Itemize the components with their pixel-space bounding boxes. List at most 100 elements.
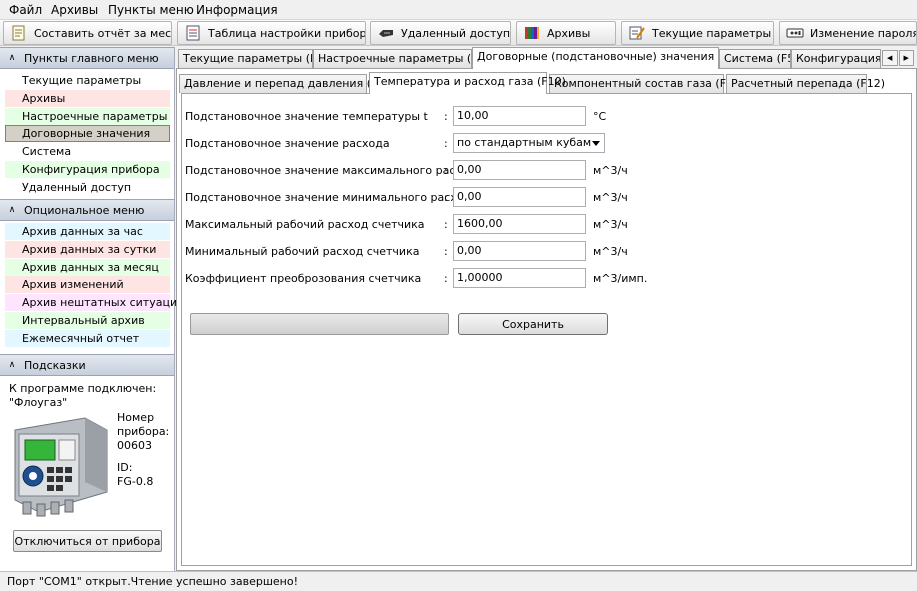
tab-temperature-flow[interactable]: Температура и расход газа (F10) bbox=[369, 72, 566, 94]
progress-bar bbox=[190, 313, 449, 335]
sidebar-item-system[interactable]: Система bbox=[5, 143, 170, 160]
tab-current-params[interactable]: Текущие параметры (F2) bbox=[178, 49, 313, 68]
field-label: Максимальный рабочий расход счетчика bbox=[185, 218, 425, 231]
monthly-report-label: Составить отчёт за месяц bbox=[34, 26, 172, 40]
tab-calculated-drop[interactable]: Расчетный перепада (F12) bbox=[726, 74, 885, 93]
flow-mode-select[interactable]: по стандартным кубам bbox=[453, 133, 605, 153]
field-label: Минимальный рабочий расход счетчика bbox=[185, 245, 420, 258]
scroll-left-icon[interactable]: ◀ bbox=[882, 50, 898, 66]
main-area: Текущие параметры (F2) Настроечные парам… bbox=[176, 47, 917, 571]
field-label: Подстановочное значение температуры t bbox=[185, 110, 428, 123]
tab-scroll: ◀ ▶ bbox=[882, 50, 915, 66]
field-unit: м^3/ч bbox=[593, 245, 628, 258]
tab-system[interactable]: Система (F5) bbox=[719, 49, 791, 68]
max-flow-input[interactable]: 0,00 bbox=[453, 160, 586, 180]
device-id: FG-0.8 bbox=[117, 475, 154, 488]
menu-bar: Файл Архивы Пункты меню Информация bbox=[0, 0, 917, 20]
password-icon bbox=[786, 28, 804, 38]
field-colon: : bbox=[444, 164, 448, 177]
sidebar: ∧ Пункты главного меню Текущие параметры… bbox=[0, 47, 184, 571]
hints-header[interactable]: ∧ Подсказки bbox=[0, 354, 174, 376]
device-info: Номер прибора: 00603 ID: FG-0.8 bbox=[117, 411, 173, 489]
sidebar-item-device-config[interactable]: Конфигурация прибора bbox=[5, 161, 170, 178]
status-bar: Порт "COM1" открыт.Чтение успешно заверш… bbox=[0, 571, 917, 591]
sidebar-item-emergency-archive[interactable]: Архив нештатных ситуаций bbox=[5, 294, 184, 311]
modem-icon bbox=[379, 30, 393, 37]
save-button[interactable]: Сохранить bbox=[458, 313, 608, 335]
temperature-input[interactable]: 10,00 bbox=[453, 106, 586, 126]
conversion-factor-input[interactable]: 1,00000 bbox=[453, 268, 586, 288]
field-colon: : bbox=[444, 191, 448, 204]
main-menu-header[interactable]: ∧ Пункты главного меню bbox=[0, 47, 174, 69]
collapse-icon: ∧ bbox=[8, 205, 16, 215]
monthly-report-button[interactable]: Составить отчёт за месяц bbox=[3, 21, 172, 45]
sidebar-item-interval-archive[interactable]: Интервальный архив bbox=[5, 312, 170, 329]
sidebar-item-hourly-archive[interactable]: Архив данных за час bbox=[5, 223, 170, 240]
field-label: Подстановочное значение максимального ра… bbox=[185, 164, 483, 177]
sidebar-item-contract-values[interactable]: Договорные значения bbox=[5, 125, 170, 142]
device-settings-table-button[interactable]: Таблица настройки прибора bbox=[177, 21, 366, 45]
optional-menu-title: Опциональное меню bbox=[24, 203, 145, 217]
current-params-button[interactable]: Текущие параметры bbox=[621, 21, 774, 45]
report-icon bbox=[12, 25, 25, 41]
chevron-down-icon bbox=[592, 141, 600, 146]
field-colon: : bbox=[444, 110, 448, 123]
sidebar-item-changes-archive[interactable]: Архив изменений bbox=[5, 276, 170, 293]
min-meter-flow-input[interactable]: 0,00 bbox=[453, 241, 586, 261]
sidebar-item-current-params[interactable]: Текущие параметры bbox=[5, 72, 170, 89]
remote-access-label: Удаленный доступ bbox=[401, 26, 511, 40]
optional-menu-header[interactable]: ∧ Опциональное меню bbox=[0, 199, 174, 221]
change-password-label: Изменение пароля bbox=[810, 26, 917, 40]
sidebar-item-monthly-archive[interactable]: Архив данных за месяц bbox=[5, 259, 170, 276]
connected-device-name: "Флоугаз" bbox=[9, 396, 68, 409]
max-meter-flow-input[interactable]: 1600,00 bbox=[453, 214, 586, 234]
temperature-flow-form: Подстановочное значение температуры t : … bbox=[181, 93, 912, 566]
device-image bbox=[14, 417, 108, 517]
main-menu-title: Пункты главного меню bbox=[24, 51, 159, 65]
disconnect-button[interactable]: Отключиться от прибора bbox=[13, 530, 162, 552]
edit-params-icon bbox=[629, 26, 645, 40]
tab-pressure[interactable]: Давление и перепад давления (F9) bbox=[179, 74, 389, 93]
sidebar-item-archives[interactable]: Архивы bbox=[5, 90, 170, 107]
tab-device-config[interactable]: Конфигурация пр bbox=[791, 49, 881, 68]
sidebar-item-monthly-report[interactable]: Ежемесячный отчет bbox=[5, 330, 170, 347]
archive-icon bbox=[525, 27, 539, 39]
contract-values-panel: Давление и перепад давления (F9) Темпера… bbox=[176, 68, 917, 571]
tab-settings-params[interactable]: Настроечные параметры (F3) bbox=[313, 49, 472, 68]
tab-gas-composition[interactable]: Компонентный состав газа (F11) bbox=[549, 74, 744, 93]
device-number: 00603 bbox=[117, 439, 152, 452]
toolbar: Составить отчёт за месяц Таблица настрой… bbox=[0, 20, 917, 46]
sidebar-item-remote-access[interactable]: Удаленный доступ bbox=[5, 179, 170, 196]
tab-contract-values[interactable]: Договорные (подстановочные) значения (F4… bbox=[472, 47, 719, 69]
flow-mode-value: по стандартным кубам bbox=[457, 136, 592, 149]
field-unit: м^3/имп. bbox=[593, 272, 648, 285]
field-label: Подстановочное значение расхода bbox=[185, 137, 390, 150]
menu-menu-items[interactable]: Пункты меню bbox=[108, 3, 194, 17]
collapse-icon: ∧ bbox=[8, 360, 16, 370]
field-unit: м^3/ч bbox=[593, 218, 628, 231]
current-params-label: Текущие параметры bbox=[652, 26, 772, 40]
remote-access-button[interactable]: Удаленный доступ bbox=[370, 21, 511, 45]
archives-label: Архивы bbox=[547, 26, 591, 40]
change-password-button[interactable]: Изменение пароля bbox=[779, 21, 917, 45]
device-number-label: Номер прибора: bbox=[117, 411, 170, 438]
field-colon: : bbox=[444, 272, 448, 285]
scroll-right-icon[interactable]: ▶ bbox=[898, 50, 914, 66]
menu-information[interactable]: Информация bbox=[196, 3, 278, 17]
archives-button[interactable]: Архивы bbox=[516, 21, 616, 45]
menu-file[interactable]: Файл bbox=[9, 3, 42, 17]
connection-info: К программе подключен: "Флоугаз" bbox=[9, 382, 169, 410]
menu-archives[interactable]: Архивы bbox=[51, 3, 98, 17]
sidebar-item-daily-archive[interactable]: Архив данных за сутки bbox=[5, 241, 170, 258]
min-flow-input[interactable]: 0,00 bbox=[453, 187, 586, 207]
field-label: Коэффициент преоброзования счетчика bbox=[185, 272, 422, 285]
device-id-label: ID: bbox=[117, 461, 133, 474]
field-unit: °C bbox=[593, 110, 607, 123]
sidebar-item-settings[interactable]: Настроечные параметры bbox=[5, 108, 170, 125]
field-colon: : bbox=[444, 245, 448, 258]
device-settings-table-label: Таблица настройки прибора bbox=[208, 26, 366, 40]
field-colon: : bbox=[444, 137, 448, 150]
table-icon bbox=[186, 25, 200, 41]
field-label: Подстановочное значение минимального рас… bbox=[185, 191, 478, 204]
field-unit: м^3/ч bbox=[593, 191, 628, 204]
